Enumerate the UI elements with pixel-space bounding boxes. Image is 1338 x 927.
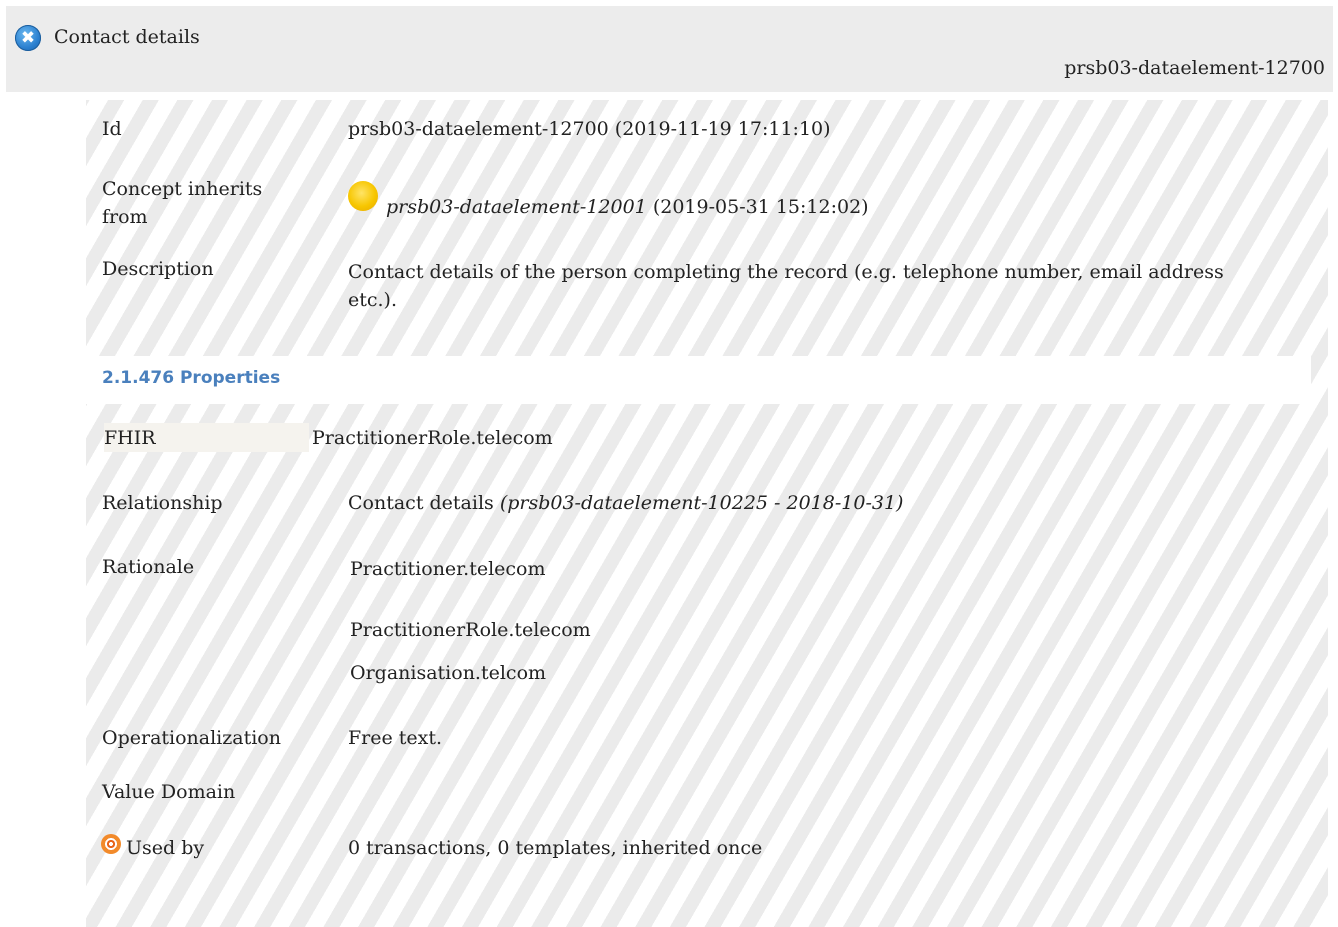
properties-section-title: 2.1.476 Properties [102, 368, 281, 388]
id-label: Id [102, 118, 122, 140]
operationalization-label: Operationalization [102, 727, 281, 749]
rationale-item: Organisation.telcom [350, 662, 547, 684]
description-value: Contact details of the person completing… [348, 261, 1224, 311]
rationale-item: PractitionerRole.telecom [350, 619, 591, 641]
relationship-value: Contact details (prsb03-dataelement-1022… [348, 492, 903, 514]
used-by-label: Used by [126, 837, 205, 859]
relationship-ref-link[interactable]: (prsb03-dataelement-10225 - 2018-10-31) [500, 492, 904, 514]
value-domain-label: Value Domain [102, 781, 236, 803]
description-label: Description [102, 258, 214, 280]
page-title: Contact details [54, 26, 200, 48]
operationalization-value: Free text. [348, 727, 443, 749]
status-dot-icon [348, 181, 378, 211]
id-value: prsb03-dataelement-12700 (2019-11-19 17:… [348, 118, 831, 140]
concept-ref-link[interactable]: prsb03-dataelement-12001 [386, 196, 647, 218]
target-icon [101, 834, 121, 854]
fhir-value: PractitionerRole.telecom [312, 427, 553, 449]
concept-inherits-label: Concept inherits from [102, 178, 263, 228]
relationship-name: Contact details [348, 492, 494, 514]
concept-inherits-value: prsb03-dataelement-12001 (2019-05-31 15:… [386, 196, 869, 218]
fhir-label: FHIR [104, 427, 156, 449]
used-by-value: 0 transactions, 0 templates, inherited o… [348, 837, 763, 859]
header-element-id: prsb03-dataelement-12700 [1064, 57, 1325, 79]
header-bar: ✖ Contact details prsb03-dataelement-127… [6, 6, 1333, 92]
relationship-label: Relationship [102, 492, 223, 514]
close-icon[interactable]: ✖ [15, 25, 41, 51]
rationale-label: Rationale [102, 556, 195, 578]
rationale-item: Practitioner.telecom [350, 558, 546, 580]
concept-ref-date: (2019-05-31 15:12:02) [652, 196, 869, 218]
